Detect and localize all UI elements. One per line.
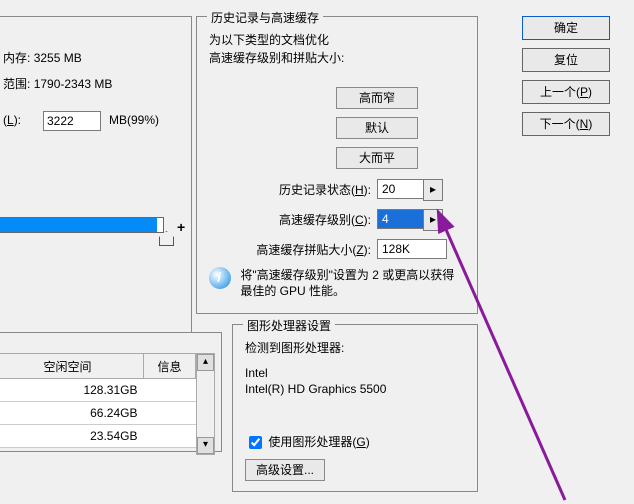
history-cache-panel: 历史记录与高速缓存 为以下类型的文档优化 高速缓存级别和拼贴大小: 高而窄 默认… — [196, 16, 478, 314]
advanced-settings-button[interactable]: 高级设置... — [245, 459, 325, 481]
table-row[interactable]: 66.24GB — [0, 402, 196, 425]
disk-scrollbar[interactable]: ▴ ▾ — [196, 353, 215, 455]
memory-use-input[interactable] — [43, 111, 101, 131]
scroll-down-icon[interactable]: ▾ — [197, 437, 214, 454]
memory-use-label-post: ): — [14, 113, 21, 127]
table-row[interactable]: 23.54GB — [0, 425, 196, 448]
cache-hint-row: 将"高速缓存级别"设置为 2 或更高以获得最佳的 GPU 性能。 — [209, 267, 467, 299]
wide-flat-button[interactable]: 大而平 — [336, 147, 418, 169]
use-gpu-checkbox[interactable] — [249, 436, 262, 449]
history-desc-2: 高速缓存级别和拼贴大小: — [209, 51, 344, 65]
memory-range-value: 1790-2343 MB — [34, 77, 113, 91]
disk-table: 空闲空间 信息 128.31GB 66.24GB 23.54GB — [0, 353, 196, 448]
disk-col-space[interactable]: 空闲空间 — [0, 354, 144, 379]
plus-icon: + — [177, 219, 185, 235]
memory-use-suffix: MB(99%) — [109, 113, 159, 127]
tall-narrow-button[interactable]: 高而窄 — [336, 87, 418, 109]
memory-slider-knob[interactable] — [159, 231, 174, 246]
disk-panel: 空闲空间 信息 128.31GB 66.24GB 23.54GB ▴ ▾ — [0, 332, 222, 452]
memory-use-hotkey: L — [7, 113, 14, 127]
prev-button[interactable]: 上一个(P) — [522, 80, 610, 104]
gpu-panel-title: 图形处理器设置 — [243, 317, 335, 334]
disk-info-cell — [144, 402, 196, 425]
history-desc: 为以下类型的文档优化 高速缓存级别和拼贴大小: — [209, 31, 459, 67]
scroll-up-icon[interactable]: ▴ — [197, 354, 214, 371]
cache-level-row: 高速缓存级别(C): ▸ — [197, 209, 477, 231]
disk-info-cell — [144, 425, 196, 448]
table-row[interactable]: 128.31GB — [0, 379, 196, 402]
right-button-column: 确定 复位 上一个(P) 下一个(N) — [522, 16, 626, 144]
memory-slider-remainder — [157, 218, 163, 232]
gpu-detect-label: 检测到图形处理器: — [245, 339, 344, 356]
disk-info-cell — [144, 379, 196, 402]
reset-button[interactable]: 复位 — [522, 48, 610, 72]
default-button[interactable]: 默认 — [336, 117, 418, 139]
history-state-stepper[interactable]: ▸ — [423, 179, 443, 201]
info-icon — [209, 267, 231, 289]
cache-hint-text: 将"高速缓存级别"设置为 2 或更高以获得最佳的 GPU 性能。 — [240, 267, 460, 299]
tile-size-row: 高速缓存拼贴大小(Z): — [197, 239, 477, 261]
use-gpu-label: 使用图形处理器(G) — [268, 435, 369, 449]
gpu-panel: 图形处理器设置 检测到图形处理器: Intel Intel(R) HD Grap… — [232, 324, 478, 492]
disk-space-cell: 128.31GB — [0, 379, 144, 402]
tile-size-label: 高速缓存拼贴大小(Z): — [256, 241, 371, 258]
memory-range-line: 范围: 1790-2343 MB — [3, 75, 183, 92]
use-gpu-checkbox-label[interactable]: 使用图形处理器(G) — [245, 433, 370, 452]
next-button[interactable]: 下一个(N) — [522, 112, 610, 136]
ok-button[interactable]: 确定 — [522, 16, 610, 40]
disk-space-cell: 66.24GB — [0, 402, 144, 425]
history-state-label: 历史记录状态(H): — [279, 181, 371, 198]
memory-installed-value: 3255 MB — [34, 51, 82, 65]
history-state-row: 历史记录状态(H): ▸ — [197, 179, 477, 201]
gpu-name: Intel Intel(R) HD Graphics 5500 — [245, 365, 386, 397]
disk-space-cell: 23.54GB — [0, 425, 144, 448]
memory-slider-track[interactable] — [0, 217, 164, 233]
history-panel-title: 历史记录与高速缓存 — [207, 9, 323, 26]
memory-installed-line: 内存: 3255 MB — [3, 49, 183, 66]
cache-level-stepper[interactable]: ▸ — [423, 209, 443, 231]
memory-installed-label: 内存: — [3, 51, 30, 65]
disk-col-info[interactable]: 信息 — [144, 354, 196, 379]
cache-level-label: 高速缓存级别(C): — [279, 211, 371, 228]
history-desc-1: 为以下类型的文档优化 — [209, 33, 329, 47]
tile-size-input[interactable] — [377, 239, 447, 259]
memory-range-label: 范围: — [3, 77, 30, 91]
